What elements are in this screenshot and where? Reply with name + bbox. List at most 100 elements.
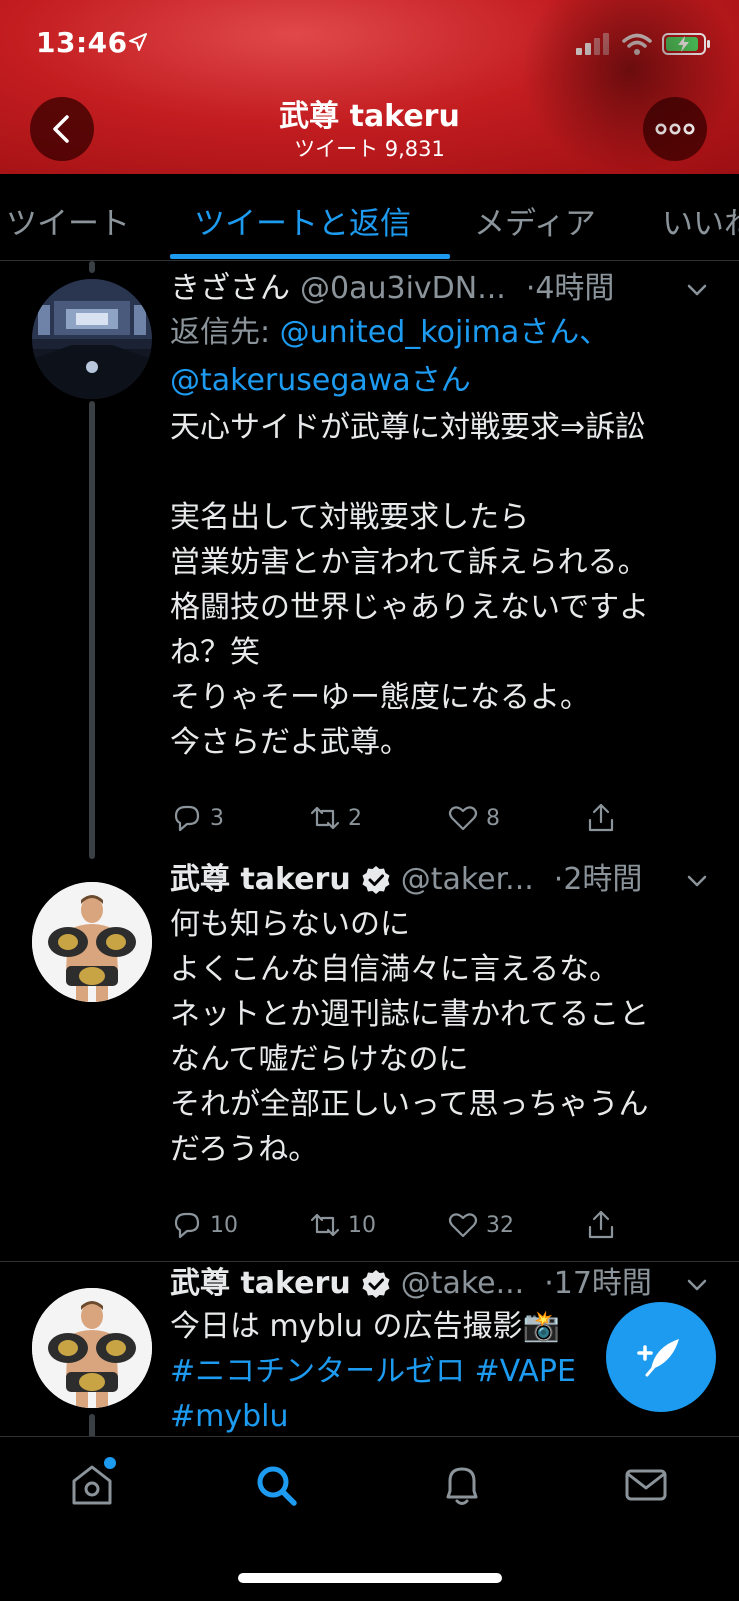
- avatar-fighter-image: [32, 882, 152, 1002]
- tweet-text-line: よくこんな自信満々に言えるな。: [170, 952, 620, 987]
- tweet[interactable]: きざさん @0au3ivDN... ·4時間 返信先: @united_koji…: [0, 261, 739, 859]
- notifications-icon[interactable]: [438, 1461, 486, 1509]
- tab-likes[interactable]: いいね: [662, 198, 739, 243]
- retweet-count: 2: [348, 805, 362, 831]
- tab-media[interactable]: メディア: [474, 198, 596, 243]
- mention-link[interactable]: @takerusegawaさん: [170, 363, 471, 398]
- retweet-button[interactable]: 2: [308, 801, 362, 835]
- tab-tweets[interactable]: ツイート: [6, 198, 130, 243]
- tweet-header: 武尊 takeru @take... ·17時間: [170, 1264, 710, 1304]
- battery-charging-icon: [662, 33, 710, 55]
- avatar[interactable]: [32, 279, 152, 399]
- profile-header: 13:46 武尊 takeru ツイート 9,831: [0, 0, 739, 174]
- reply-icon: [174, 1212, 200, 1239]
- tweet-content: 武尊 takeru @taker... ·2時間 何も知らないのに よくこんな自…: [170, 860, 710, 1172]
- tweet-text-line: それが全部正しいって思っちゃうん: [170, 1087, 649, 1122]
- retweet-button[interactable]: 10: [308, 1208, 376, 1242]
- reply-button[interactable]: 10: [170, 1208, 238, 1242]
- retweet-icon: [310, 806, 340, 830]
- tweet-text-line: 何も知らないのに: [170, 907, 410, 942]
- tweet-text-line: 実名出して対戦要求したら: [170, 500, 530, 535]
- tweet-divider: [0, 1261, 739, 1262]
- wifi-icon: [622, 33, 652, 55]
- location-arrow-icon: [129, 33, 147, 51]
- like-button[interactable]: 32: [446, 1208, 514, 1242]
- home-indicator: [238, 1573, 502, 1583]
- tweet-text-line: 天心サイドが武尊に対戦要求⇒訴訟: [170, 410, 646, 445]
- author-handle[interactable]: @0au3ivDN...: [300, 269, 506, 309]
- avatar[interactable]: [32, 1288, 152, 1408]
- verified-icon: [362, 866, 390, 894]
- tab-tweets-and-replies[interactable]: ツイートと返信: [194, 198, 411, 243]
- share-icon: [588, 1210, 614, 1239]
- author-handle[interactable]: @taker...: [401, 860, 534, 900]
- tweet-text-line: 今さらだよ武尊。: [170, 725, 410, 760]
- share-button[interactable]: [584, 801, 618, 835]
- more-button[interactable]: [643, 97, 707, 161]
- search-icon[interactable]: [252, 1461, 300, 1509]
- tweet-content: きざさん @0au3ivDN... ·4時間 返信先: @united_koji…: [170, 269, 710, 765]
- cellular-signal-icon: [576, 33, 609, 55]
- profile-tabs: ツイート ツイートと返信 メディア いいね: [0, 174, 739, 261]
- tweet-header: 武尊 takeru @taker... ·2時間: [170, 860, 710, 900]
- chevron-down-icon[interactable]: [684, 1272, 710, 1298]
- retweet-icon: [310, 1213, 340, 1237]
- tweet-actions: 10 10 32: [170, 1208, 650, 1248]
- tweet-header: きざさん @0au3ivDN... ·4時間: [170, 269, 710, 309]
- messages-icon[interactable]: [622, 1461, 670, 1509]
- tweet-text-line: だろうね。: [170, 1132, 319, 1167]
- author-name[interactable]: 武尊 takeru: [170, 860, 351, 900]
- retweet-count: 10: [348, 1212, 376, 1238]
- thread-line: [89, 401, 95, 859]
- bottom-tab-bar: [0, 1436, 739, 1601]
- reply-icon: [174, 805, 200, 832]
- header-title-block: 武尊 takeru ツイート 9,831: [0, 100, 739, 162]
- like-count: 8: [486, 805, 500, 831]
- like-icon: [448, 806, 478, 831]
- compose-icon: [637, 1339, 679, 1377]
- thread-line-top: [89, 261, 95, 273]
- share-button[interactable]: [584, 1208, 618, 1242]
- tweet-text-line: 営業妨害とか言われて訴えられる。: [170, 545, 648, 580]
- like-count: 32: [486, 1212, 514, 1238]
- tweet-text-line: ネットとか週刊誌に書かれてること: [170, 997, 650, 1032]
- tweet-actions: 3 2 8: [170, 801, 650, 841]
- tweet-text-line: [170, 450, 710, 495]
- reply-count: 10: [210, 1212, 238, 1238]
- mention-link[interactable]: @united_kojimaさん、: [280, 315, 610, 350]
- tweet-text-line: 格闘技の世界じゃありえないですよ: [170, 590, 650, 625]
- reply-to: 返信先: @united_kojimaさん、 @takerusegawaさん: [170, 309, 710, 405]
- avatar-fighter-image: [32, 1288, 152, 1408]
- chevron-down-icon[interactable]: [684, 277, 710, 303]
- chevron-down-icon[interactable]: [684, 868, 710, 894]
- verified-icon: [362, 1270, 390, 1298]
- tweet-time: ·17時間: [544, 1266, 652, 1301]
- tweet-text-line: ね？笑: [170, 635, 260, 670]
- tweet-time: ·2時間: [553, 862, 643, 897]
- tweet-text: 何も知らないのに よくこんな自信満々に言えるな。 ネットとか週刊誌に書かれてるこ…: [170, 902, 710, 1172]
- tweet-text: 天心サイドが武尊に対戦要求⇒訴訟 実名出して対戦要求したら 営業妨害とか言われて…: [170, 405, 710, 765]
- active-tab-indicator: [170, 254, 450, 259]
- reply-button[interactable]: 3: [170, 801, 224, 835]
- tweet-time: ·4時間: [525, 271, 615, 306]
- thread-line: [89, 1414, 95, 1436]
- tweet-text-line: なんて嘘だらけなのに: [170, 1042, 469, 1077]
- like-icon: [448, 1213, 478, 1238]
- reply-count: 3: [210, 805, 224, 831]
- page-title: 武尊 takeru: [279, 99, 460, 134]
- tweet-count: ツイート 9,831: [294, 137, 445, 161]
- avatar[interactable]: [32, 882, 152, 1002]
- share-icon: [588, 803, 614, 832]
- tweet-text-line: そりゃそーゆー態度になるよ。: [170, 680, 590, 715]
- status-time: 13:46: [36, 26, 128, 59]
- reply-to-label: 返信先:: [170, 315, 280, 350]
- like-button[interactable]: 8: [446, 801, 500, 835]
- compose-tweet-button[interactable]: [606, 1302, 716, 1412]
- avatar-arena-image: [32, 279, 152, 399]
- author-name[interactable]: きざさん: [170, 269, 290, 309]
- author-name[interactable]: 武尊 takeru: [170, 1264, 351, 1304]
- status-icons: [576, 30, 712, 58]
- tweet[interactable]: 武尊 takeru @taker... ·2時間 何も知らないのに よくこんな自…: [0, 862, 739, 1262]
- notification-dot: [104, 1457, 116, 1469]
- author-handle[interactable]: @take...: [401, 1264, 525, 1304]
